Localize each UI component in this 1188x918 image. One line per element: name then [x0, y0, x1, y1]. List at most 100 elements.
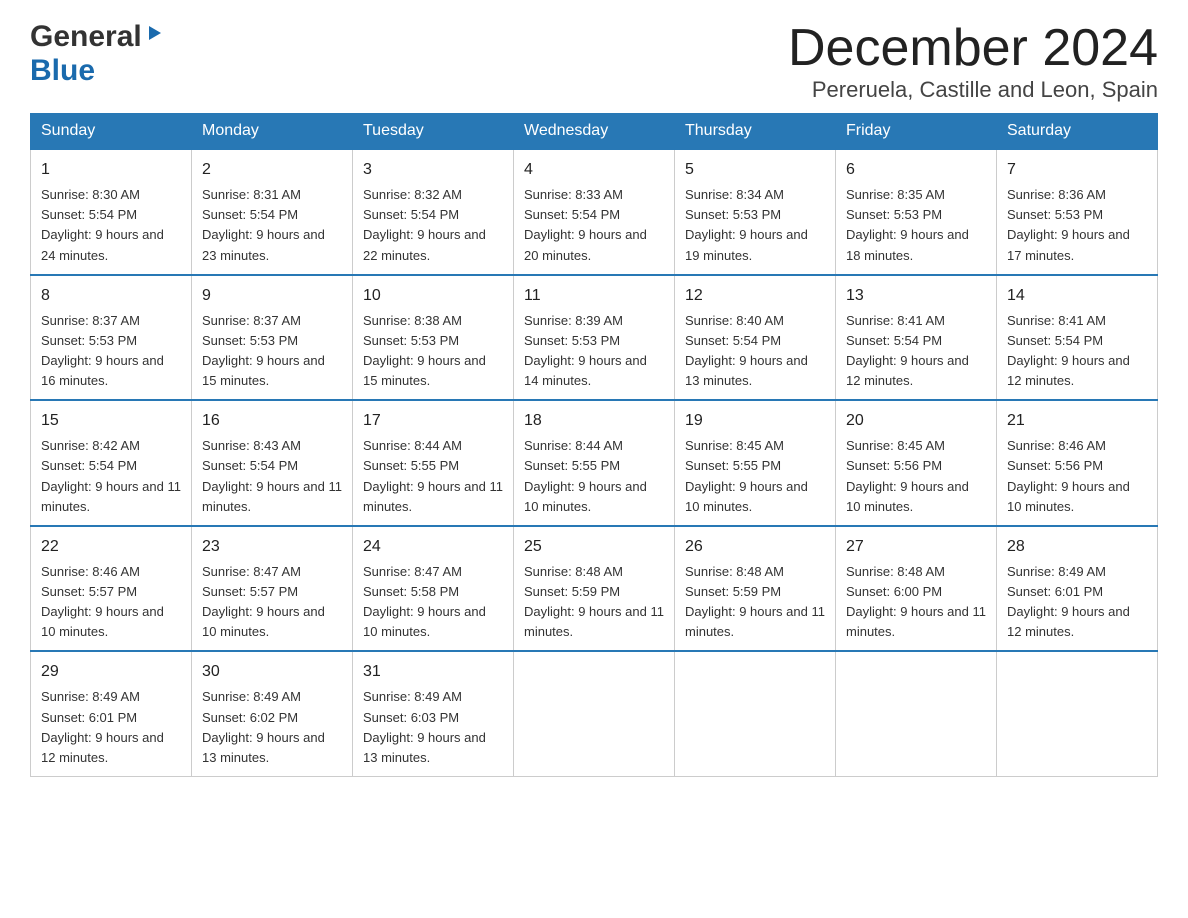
day-number: 12	[685, 284, 825, 308]
calendar-week-5: 29 Sunrise: 8:49 AMSunset: 6:01 PMDaylig…	[31, 651, 1158, 776]
days-header-row: Sunday Monday Tuesday Wednesday Thursday…	[31, 114, 1158, 150]
day-info: Sunrise: 8:46 AMSunset: 5:56 PMDaylight:…	[1007, 438, 1130, 513]
header-sunday: Sunday	[31, 114, 192, 150]
day-number: 31	[363, 660, 503, 684]
day-number: 8	[41, 284, 181, 308]
day-number: 21	[1007, 409, 1147, 433]
day-cell-16: 16 Sunrise: 8:43 AMSunset: 5:54 PMDaylig…	[192, 400, 353, 526]
day-cell-26: 26 Sunrise: 8:48 AMSunset: 5:59 PMDaylig…	[675, 526, 836, 652]
day-cell-28: 28 Sunrise: 8:49 AMSunset: 6:01 PMDaylig…	[997, 526, 1158, 652]
header-saturday: Saturday	[997, 114, 1158, 150]
day-info: Sunrise: 8:30 AMSunset: 5:54 PMDaylight:…	[41, 187, 164, 262]
day-info: Sunrise: 8:44 AMSunset: 5:55 PMDaylight:…	[524, 438, 647, 513]
day-number: 14	[1007, 284, 1147, 308]
day-info: Sunrise: 8:47 AMSunset: 5:57 PMDaylight:…	[202, 564, 325, 639]
day-cell-15: 15 Sunrise: 8:42 AMSunset: 5:54 PMDaylig…	[31, 400, 192, 526]
day-number: 16	[202, 409, 342, 433]
logo: General Blue	[30, 20, 163, 88]
day-info: Sunrise: 8:46 AMSunset: 5:57 PMDaylight:…	[41, 564, 164, 639]
day-info: Sunrise: 8:45 AMSunset: 5:55 PMDaylight:…	[685, 438, 808, 513]
day-info: Sunrise: 8:31 AMSunset: 5:54 PMDaylight:…	[202, 187, 325, 262]
day-number: 20	[846, 409, 986, 433]
calendar-week-1: 1 Sunrise: 8:30 AMSunset: 5:54 PMDayligh…	[31, 149, 1158, 275]
empty-cell	[675, 651, 836, 776]
day-cell-6: 6 Sunrise: 8:35 AMSunset: 5:53 PMDayligh…	[836, 149, 997, 275]
header-monday: Monday	[192, 114, 353, 150]
day-info: Sunrise: 8:49 AMSunset: 6:01 PMDaylight:…	[41, 689, 164, 764]
day-cell-30: 30 Sunrise: 8:49 AMSunset: 6:02 PMDaylig…	[192, 651, 353, 776]
header-tuesday: Tuesday	[353, 114, 514, 150]
day-number: 10	[363, 284, 503, 308]
day-number: 18	[524, 409, 664, 433]
day-cell-12: 12 Sunrise: 8:40 AMSunset: 5:54 PMDaylig…	[675, 275, 836, 401]
day-info: Sunrise: 8:47 AMSunset: 5:58 PMDaylight:…	[363, 564, 486, 639]
day-info: Sunrise: 8:37 AMSunset: 5:53 PMDaylight:…	[202, 313, 325, 388]
day-number: 15	[41, 409, 181, 433]
day-cell-27: 27 Sunrise: 8:48 AMSunset: 6:00 PMDaylig…	[836, 526, 997, 652]
page-header: General Blue December 2024 Pereruela, Ca…	[30, 20, 1158, 103]
header-thursday: Thursday	[675, 114, 836, 150]
day-cell-29: 29 Sunrise: 8:49 AMSunset: 6:01 PMDaylig…	[31, 651, 192, 776]
day-number: 19	[685, 409, 825, 433]
day-cell-1: 1 Sunrise: 8:30 AMSunset: 5:54 PMDayligh…	[31, 149, 192, 275]
day-info: Sunrise: 8:49 AMSunset: 6:01 PMDaylight:…	[1007, 564, 1130, 639]
day-info: Sunrise: 8:49 AMSunset: 6:02 PMDaylight:…	[202, 689, 325, 764]
day-number: 11	[524, 284, 664, 308]
day-number: 17	[363, 409, 503, 433]
day-info: Sunrise: 8:43 AMSunset: 5:54 PMDaylight:…	[202, 438, 342, 513]
day-info: Sunrise: 8:35 AMSunset: 5:53 PMDaylight:…	[846, 187, 969, 262]
day-info: Sunrise: 8:41 AMSunset: 5:54 PMDaylight:…	[1007, 313, 1130, 388]
day-cell-25: 25 Sunrise: 8:48 AMSunset: 5:59 PMDaylig…	[514, 526, 675, 652]
day-info: Sunrise: 8:41 AMSunset: 5:54 PMDaylight:…	[846, 313, 969, 388]
day-cell-9: 9 Sunrise: 8:37 AMSunset: 5:53 PMDayligh…	[192, 275, 353, 401]
day-cell-22: 22 Sunrise: 8:46 AMSunset: 5:57 PMDaylig…	[31, 526, 192, 652]
day-cell-14: 14 Sunrise: 8:41 AMSunset: 5:54 PMDaylig…	[997, 275, 1158, 401]
day-info: Sunrise: 8:36 AMSunset: 5:53 PMDaylight:…	[1007, 187, 1130, 262]
day-info: Sunrise: 8:40 AMSunset: 5:54 PMDaylight:…	[685, 313, 808, 388]
day-info: Sunrise: 8:32 AMSunset: 5:54 PMDaylight:…	[363, 187, 486, 262]
day-cell-8: 8 Sunrise: 8:37 AMSunset: 5:53 PMDayligh…	[31, 275, 192, 401]
day-info: Sunrise: 8:48 AMSunset: 5:59 PMDaylight:…	[685, 564, 825, 639]
day-info: Sunrise: 8:37 AMSunset: 5:53 PMDaylight:…	[41, 313, 164, 388]
day-cell-17: 17 Sunrise: 8:44 AMSunset: 5:55 PMDaylig…	[353, 400, 514, 526]
day-info: Sunrise: 8:44 AMSunset: 5:55 PMDaylight:…	[363, 438, 503, 513]
day-info: Sunrise: 8:38 AMSunset: 5:53 PMDaylight:…	[363, 313, 486, 388]
day-number: 2	[202, 158, 342, 182]
day-info: Sunrise: 8:33 AMSunset: 5:54 PMDaylight:…	[524, 187, 647, 262]
day-number: 1	[41, 158, 181, 182]
day-info: Sunrise: 8:49 AMSunset: 6:03 PMDaylight:…	[363, 689, 486, 764]
day-cell-2: 2 Sunrise: 8:31 AMSunset: 5:54 PMDayligh…	[192, 149, 353, 275]
day-number: 23	[202, 535, 342, 559]
day-info: Sunrise: 8:39 AMSunset: 5:53 PMDaylight:…	[524, 313, 647, 388]
day-number: 24	[363, 535, 503, 559]
calendar-week-2: 8 Sunrise: 8:37 AMSunset: 5:53 PMDayligh…	[31, 275, 1158, 401]
day-cell-3: 3 Sunrise: 8:32 AMSunset: 5:54 PMDayligh…	[353, 149, 514, 275]
title-section: December 2024 Pereruela, Castille and Le…	[788, 20, 1158, 103]
day-cell-7: 7 Sunrise: 8:36 AMSunset: 5:53 PMDayligh…	[997, 149, 1158, 275]
day-info: Sunrise: 8:42 AMSunset: 5:54 PMDaylight:…	[41, 438, 181, 513]
day-number: 5	[685, 158, 825, 182]
header-wednesday: Wednesday	[514, 114, 675, 150]
empty-cell	[836, 651, 997, 776]
day-number: 25	[524, 535, 664, 559]
logo-arrow-icon	[145, 24, 163, 47]
day-number: 7	[1007, 158, 1147, 182]
day-info: Sunrise: 8:34 AMSunset: 5:53 PMDaylight:…	[685, 187, 808, 262]
day-cell-19: 19 Sunrise: 8:45 AMSunset: 5:55 PMDaylig…	[675, 400, 836, 526]
day-cell-23: 23 Sunrise: 8:47 AMSunset: 5:57 PMDaylig…	[192, 526, 353, 652]
day-number: 22	[41, 535, 181, 559]
day-number: 4	[524, 158, 664, 182]
calendar-table: Sunday Monday Tuesday Wednesday Thursday…	[30, 113, 1158, 777]
day-cell-31: 31 Sunrise: 8:49 AMSunset: 6:03 PMDaylig…	[353, 651, 514, 776]
day-cell-5: 5 Sunrise: 8:34 AMSunset: 5:53 PMDayligh…	[675, 149, 836, 275]
day-info: Sunrise: 8:45 AMSunset: 5:56 PMDaylight:…	[846, 438, 969, 513]
header-friday: Friday	[836, 114, 997, 150]
day-number: 9	[202, 284, 342, 308]
logo-general-text: General	[30, 20, 142, 54]
day-number: 3	[363, 158, 503, 182]
day-number: 26	[685, 535, 825, 559]
empty-cell	[514, 651, 675, 776]
day-number: 28	[1007, 535, 1147, 559]
day-number: 30	[202, 660, 342, 684]
day-number: 27	[846, 535, 986, 559]
